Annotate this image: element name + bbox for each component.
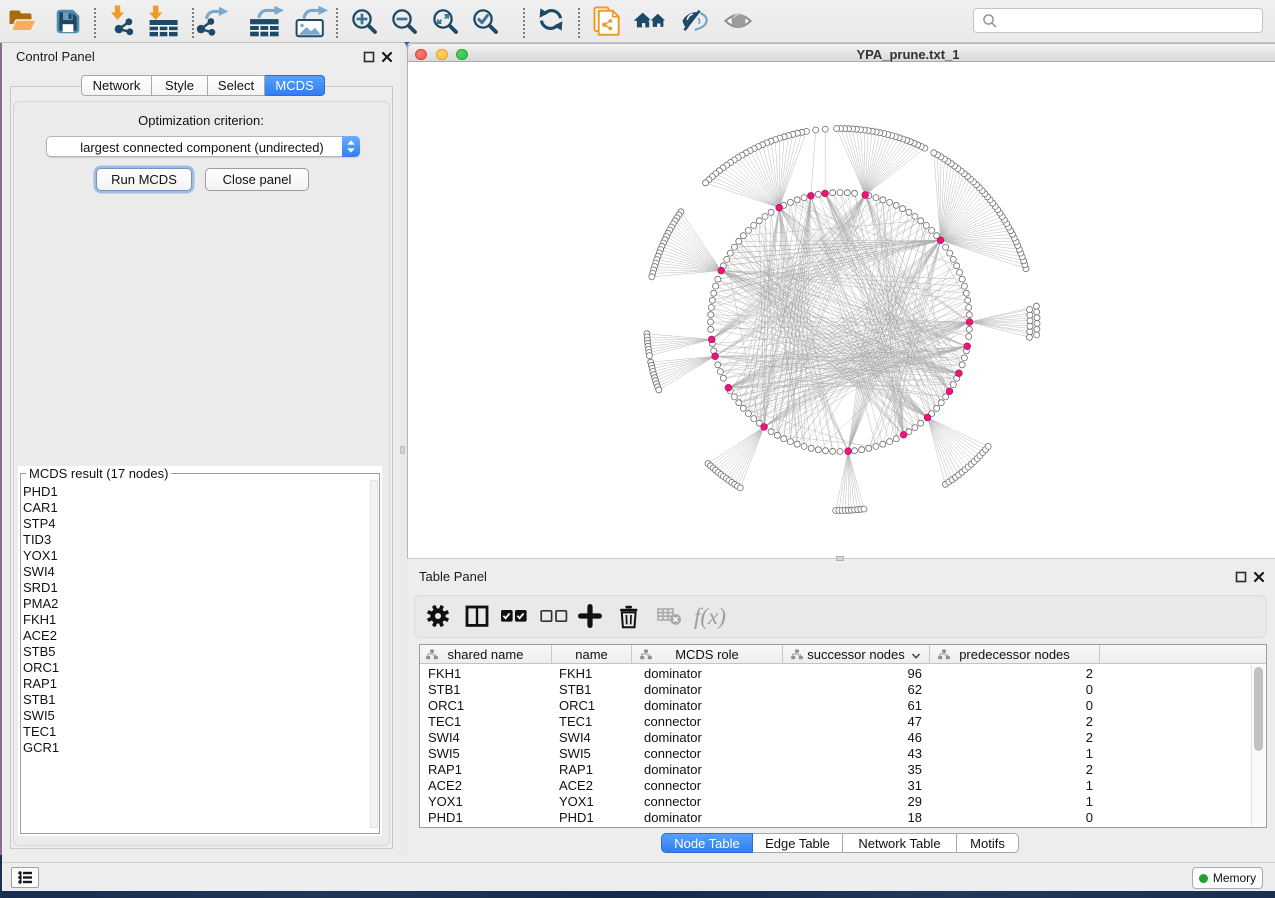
svg-text:f(x): f(x) xyxy=(694,604,726,629)
